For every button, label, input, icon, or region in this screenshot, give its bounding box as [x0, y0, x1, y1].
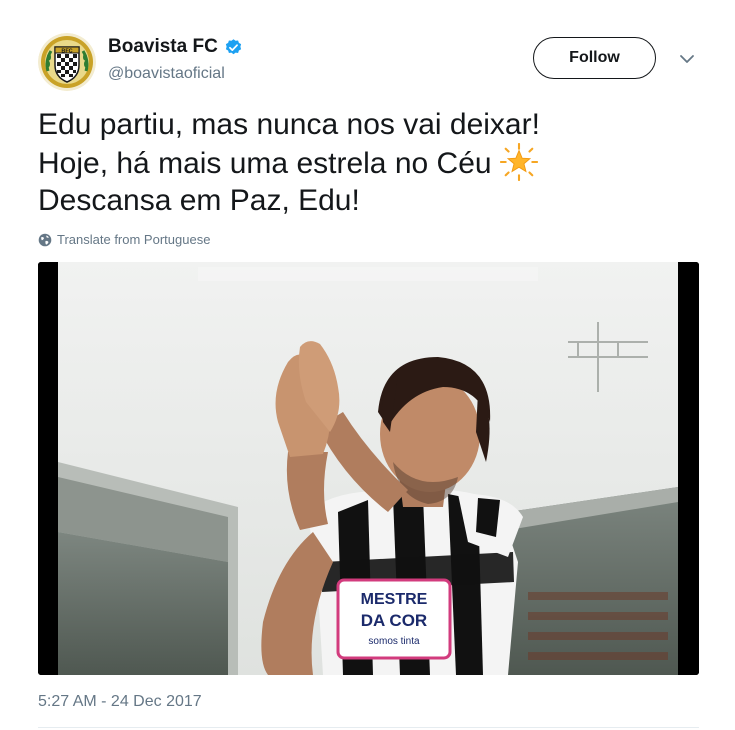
divider	[38, 727, 699, 728]
follow-button[interactable]: Follow	[533, 37, 656, 79]
chevron-down-icon[interactable]	[678, 50, 696, 68]
sponsor-line-2: DA COR	[361, 611, 427, 630]
tweet-photo[interactable]: MESTRE DA COR somos tinta	[38, 262, 699, 675]
avatar[interactable]: BFC	[38, 33, 96, 91]
tweet-line-2-text: Hoje, há mais uma estrela no Céu	[38, 147, 492, 180]
globe-icon	[38, 233, 52, 246]
sponsor-line-1: MESTRE	[361, 591, 428, 608]
display-name[interactable]: Boavista FC	[108, 36, 218, 58]
author-handle[interactable]: @boavistaoficial	[108, 65, 225, 83]
author-name-row[interactable]: Boavista FC	[108, 36, 243, 58]
verified-badge-icon	[225, 38, 241, 54]
tweet-line-1: Edu partiu, mas nunca nos vai deixar!	[38, 108, 540, 141]
translate-label[interactable]: Translate from Portuguese	[57, 232, 210, 247]
tweet-line-3: Descansa em Paz, Edu!	[38, 184, 360, 217]
tweet-line-2: Hoje, há mais uma estrela no Céu	[38, 143, 698, 182]
sponsor-line-3: somos tinta	[368, 636, 420, 647]
translate-link[interactable]: Translate from Portuguese	[38, 232, 210, 247]
tweet-text: Edu partiu, mas nunca nos vai deixar! Ho…	[38, 106, 698, 219]
boavista-crest-icon: BFC	[38, 33, 96, 91]
crest-text: BFC	[61, 48, 72, 54]
tweet-timestamp[interactable]: 5:27 AM - 24 Dec 2017	[38, 693, 202, 711]
glowing-star-icon	[499, 143, 538, 181]
photo-player-applauding-icon: MESTRE DA COR somos tinta	[38, 262, 699, 675]
